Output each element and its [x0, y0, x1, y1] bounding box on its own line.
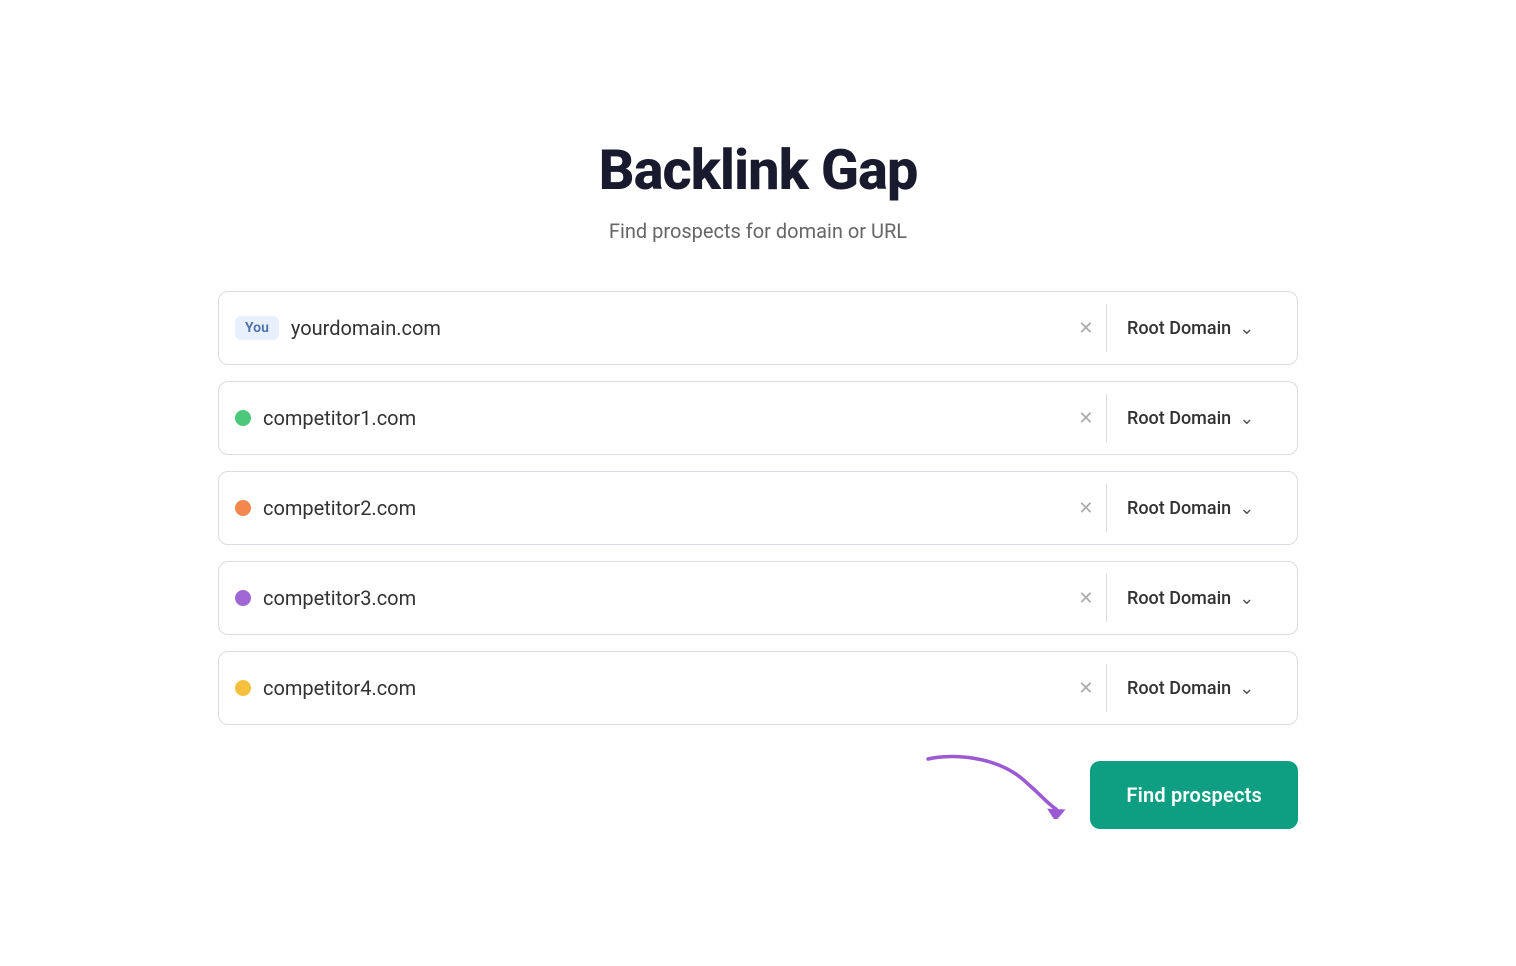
domain-type-wrapper-competitor2[interactable]: Root Domain ⌄	[1107, 472, 1297, 544]
dot-icon-competitor4	[235, 680, 251, 696]
page-subtitle: Find prospects for domain or URL	[609, 219, 907, 243]
domain-type-label-competitor4: Root Domain	[1127, 678, 1231, 699]
clear-button-competitor1[interactable]: ✕	[1066, 382, 1105, 454]
bottom-row: Find prospects	[218, 749, 1298, 829]
chevron-down-icon-competitor2: ⌄	[1239, 498, 1254, 519]
find-prospects-button[interactable]: Find prospects	[1090, 761, 1298, 829]
domain-type-wrapper-competitor1[interactable]: Root Domain ⌄	[1107, 382, 1297, 454]
chevron-down-icon-competitor3: ⌄	[1239, 588, 1254, 609]
page-title: Backlink Gap	[599, 137, 918, 203]
domain-type-label-competitor3: Root Domain	[1127, 588, 1231, 609]
clear-button-competitor2[interactable]: ✕	[1066, 472, 1105, 544]
clear-button-competitor4[interactable]: ✕	[1066, 652, 1105, 724]
domain-input-competitor3[interactable]	[263, 586, 1050, 610]
arrow-decoration	[918, 749, 1078, 819]
domain-input-you[interactable]	[291, 316, 1051, 340]
domain-row-competitor1: ✕ Root Domain ⌄	[218, 381, 1298, 455]
clear-button-you[interactable]: ✕	[1066, 292, 1105, 364]
input-left-competitor1	[219, 382, 1066, 454]
dot-icon-competitor1	[235, 410, 251, 426]
chevron-down-icon-you: ⌄	[1239, 318, 1254, 339]
domain-input-competitor4[interactable]	[263, 676, 1050, 700]
dot-icon-competitor2	[235, 500, 251, 516]
domain-type-wrapper-competitor4[interactable]: Root Domain ⌄	[1107, 652, 1297, 724]
input-left-you: You	[219, 292, 1066, 364]
domain-row-competitor2: ✕ Root Domain ⌄	[218, 471, 1298, 545]
domain-type-label-competitor2: Root Domain	[1127, 498, 1231, 519]
domain-type-wrapper-you[interactable]: Root Domain ⌄	[1107, 292, 1297, 364]
domain-row-you: You ✕ Root Domain ⌄	[218, 291, 1298, 365]
domain-row-competitor3: ✕ Root Domain ⌄	[218, 561, 1298, 635]
input-left-competitor2	[219, 472, 1066, 544]
domain-type-label-competitor1: Root Domain	[1127, 408, 1231, 429]
domain-input-competitor1[interactable]	[263, 406, 1050, 430]
chevron-down-icon-competitor4: ⌄	[1239, 678, 1254, 699]
domain-row-competitor4: ✕ Root Domain ⌄	[218, 651, 1298, 725]
domain-type-wrapper-competitor3[interactable]: Root Domain ⌄	[1107, 562, 1297, 634]
dot-icon-competitor3	[235, 590, 251, 606]
clear-button-competitor3[interactable]: ✕	[1066, 562, 1105, 634]
input-left-competitor3	[219, 562, 1066, 634]
domain-type-label-you: Root Domain	[1127, 318, 1231, 339]
you-badge: You	[235, 316, 279, 340]
form-container: You ✕ Root Domain ⌄ ✕ Root Domain ⌄ ✕	[218, 291, 1298, 829]
input-left-competitor4	[219, 652, 1066, 724]
domain-input-competitor2[interactable]	[263, 496, 1050, 520]
chevron-down-icon-competitor1: ⌄	[1239, 408, 1254, 429]
